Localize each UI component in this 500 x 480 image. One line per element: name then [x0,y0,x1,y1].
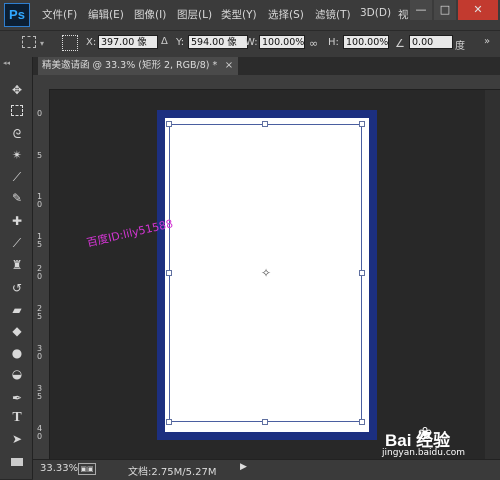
h-input[interactable]: 100.00% [343,35,389,49]
ruler-label: 3 0 [37,344,43,361]
brush-tool-icon[interactable]: ⟋ [9,236,25,250]
pen-tool-icon[interactable]: ✒ [9,391,25,405]
angle-icon: ∠ [395,37,405,50]
transform-handle[interactable] [262,121,268,127]
delta-icon[interactable]: Δ [161,36,168,47]
x-label: X: [86,37,97,48]
crop-tool-icon[interactable]: ⟋ [9,170,25,184]
w-input[interactable]: 100.00% [259,35,305,49]
eraser-icon[interactable]: ▰ [9,303,25,317]
ruler-corner [33,75,50,89]
w-label: W: [245,37,258,48]
status-bar [33,459,500,480]
history-brush-icon[interactable]: ↺ [9,281,25,295]
document-tab[interactable]: 精美邀请函 @ 33.3% (矩形 2, RGB/8) * [38,57,238,75]
eyedropper-icon[interactable]: ✎ [9,191,25,205]
path-select-icon[interactable]: ➤ [9,432,25,446]
ruler-label: 1 5 [37,232,43,249]
ruler-label: 3 5 [37,384,43,401]
transform-handle[interactable] [166,121,172,127]
y-input[interactable]: 594.00 像 [188,35,248,49]
collapse-toolbox-icon[interactable]: ◂◂ [3,59,10,67]
close-button[interactable]: ✕ [458,0,498,20]
angle-input[interactable]: 0.00 [409,35,453,49]
reference-point-icon[interactable] [62,35,78,51]
dropdown-arrow-icon[interactable]: ▾ [40,39,44,48]
clone-stamp-icon[interactable]: ♜ [9,258,25,272]
more-arrow-icon[interactable]: » [484,36,490,47]
status-share-icon[interactable]: ▣▣ [78,463,96,475]
dodge-tool-icon[interactable]: ◒ [9,367,25,381]
lasso-tool-icon[interactable]: ᘓ [9,127,25,141]
zoom-level[interactable]: 33.33% [40,463,78,474]
transform-center-icon[interactable]: ✧ [260,267,272,279]
maximize-button[interactable]: □ [434,0,456,20]
transform-icon[interactable] [22,36,36,48]
ruler-label: 1 0 [37,192,43,209]
move-tool-icon[interactable]: ✥ [9,83,25,97]
photoshop-logo: Ps [4,3,30,27]
ruler-label: 2 5 [37,304,43,321]
transform-handle[interactable] [262,419,268,425]
document-size: 文档:2.75M/5.27M [128,467,217,478]
healing-brush-icon[interactable]: ✚ [9,214,25,228]
menu-edit[interactable]: 编辑(E) [88,7,124,22]
menu-filter[interactable]: 滤镜(T) [315,7,351,22]
magic-wand-icon[interactable]: ✴ [9,148,25,162]
menu-layer[interactable]: 图层(L) [177,7,212,22]
vertical-scrollbar[interactable] [485,90,500,459]
status-menu-arrow-icon[interactable]: ▶ [240,462,247,472]
horizontal-ruler[interactable] [50,75,500,90]
menu-file[interactable]: 文件(F) [42,7,77,22]
ruler-label: 2 0 [37,264,43,281]
ruler-label: 0 [37,109,43,118]
angle-unit: 度 [455,41,465,52]
transform-handle[interactable] [166,419,172,425]
paint-bucket-icon[interactable]: ◆ [9,324,25,338]
x-input[interactable]: 397.00 像 [98,35,158,49]
type-tool-icon[interactable]: T [9,411,25,425]
menu-image[interactable]: 图像(I) [134,7,166,22]
menu-3d[interactable]: 3D(D) [360,7,391,19]
blur-tool-icon[interactable]: ● [9,346,25,360]
marquee-tool-icon[interactable] [9,105,25,119]
ruler-label: 5 [37,151,43,160]
transform-handle[interactable] [166,270,172,276]
rectangle-tool-icon[interactable] [9,455,25,469]
menu-view[interactable]: 视 [398,7,409,22]
transform-handle[interactable] [359,419,365,425]
transform-handle[interactable] [359,121,365,127]
link-icon[interactable]: ∞ [309,37,318,50]
menu-select[interactable]: 选择(S) [268,7,304,22]
y-label: Y: [176,37,185,48]
baidu-url: jingyan.baidu.com [382,448,466,458]
h-label: H: [328,37,339,48]
ruler-label: 4 0 [37,424,43,441]
transform-handle[interactable] [359,270,365,276]
baidu-paw-icon: ❀ [417,424,433,444]
minimize-button[interactable]: — [410,0,432,20]
tab-close-icon[interactable]: × [223,58,235,74]
menu-type[interactable]: 类型(Y) [221,7,257,22]
